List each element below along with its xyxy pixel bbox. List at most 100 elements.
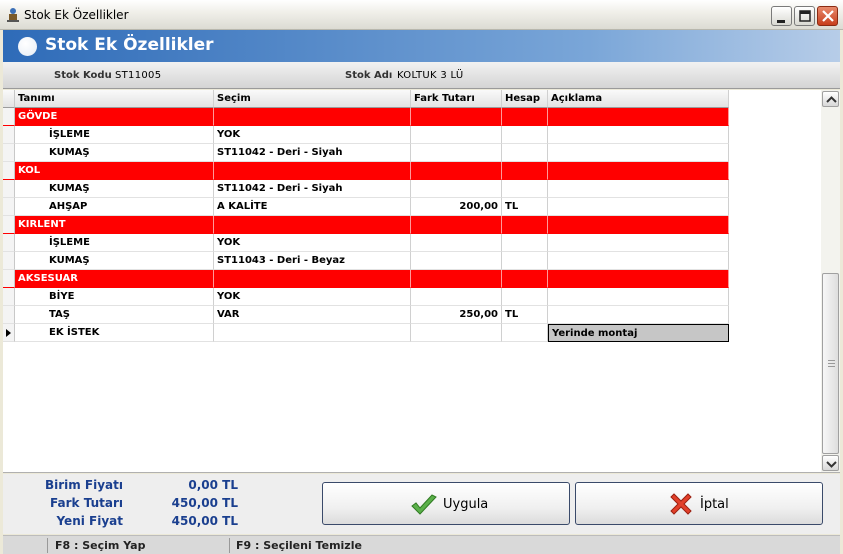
cell-aciklama[interactable] — [548, 144, 729, 162]
difference-label: Fark Tutarı — [50, 496, 123, 510]
minimize-button[interactable] — [771, 6, 792, 26]
cell-tanimi[interactable]: BİYE — [15, 288, 214, 306]
cell-secim[interactable] — [214, 108, 411, 126]
new-price-label: Yeni Fiyat — [56, 514, 123, 528]
cell-fark-tutari[interactable]: 200,00 — [411, 198, 502, 216]
column-header-hesap[interactable]: Hesap — [502, 90, 548, 108]
checkmark-icon — [411, 494, 437, 515]
cell-hesap[interactable] — [502, 324, 548, 342]
column-header-fark-tutari[interactable]: Fark Tutarı — [411, 90, 502, 108]
cell-hesap[interactable]: TL — [502, 306, 548, 324]
row-indicator[interactable] — [3, 324, 15, 342]
column-header-aciklama[interactable]: Açıklama — [548, 90, 729, 108]
cell-tanimi[interactable]: TAŞ — [15, 306, 214, 324]
cell-fark-tutari[interactable] — [411, 108, 502, 126]
cell-fark-tutari[interactable] — [411, 216, 502, 234]
row-indicator[interactable] — [3, 288, 15, 306]
cell-fark-tutari[interactable] — [411, 324, 502, 342]
stock-code-value: ST11005 — [115, 70, 162, 81]
cell-aciklama[interactable] — [548, 306, 729, 324]
cell-secim[interactable] — [214, 162, 411, 180]
properties-grid[interactable]: Tanımı Seçim Fark Tutarı Hesap Açıklama … — [3, 90, 840, 473]
cell-tanimi[interactable]: KUMAŞ — [15, 144, 214, 162]
cell-aciklama[interactable] — [548, 180, 729, 198]
cell-tanimi[interactable]: KUMAŞ — [15, 180, 214, 198]
cell-aciklama[interactable] — [548, 216, 729, 234]
row-indicator[interactable] — [3, 180, 15, 198]
scroll-thumb[interactable] — [822, 273, 839, 454]
cell-fark-tutari[interactable] — [411, 162, 502, 180]
summary-panel: Birim Fiyatı 0,00 TL Fark Tutarı 450,00 … — [3, 474, 840, 534]
cell-secim[interactable]: A KALİTE — [214, 198, 411, 216]
cell-hesap[interactable] — [502, 234, 548, 252]
row-indicator[interactable] — [3, 216, 15, 234]
cell-hesap[interactable] — [502, 108, 548, 126]
cell-aciklama[interactable] — [548, 108, 729, 126]
cell-tanimi[interactable]: KIRLENT — [15, 216, 214, 234]
cell-hesap[interactable] — [502, 270, 548, 288]
cell-secim[interactable]: ST11042 - Deri - Siyah — [214, 180, 411, 198]
cell-aciklama[interactable] — [548, 234, 729, 252]
cell-aciklama[interactable] — [548, 126, 729, 144]
cell-hesap[interactable] — [502, 180, 548, 198]
cancel-button[interactable]: İptal — [575, 482, 823, 525]
cell-fark-tutari[interactable] — [411, 180, 502, 198]
row-indicator[interactable] — [3, 108, 15, 126]
close-button[interactable] — [817, 6, 838, 26]
row-indicator[interactable] — [3, 162, 15, 180]
cell-hesap[interactable] — [502, 216, 548, 234]
row-indicator[interactable] — [3, 252, 15, 270]
cell-hesap[interactable] — [502, 288, 548, 306]
cell-tanimi[interactable]: GÖVDE — [15, 108, 214, 126]
cell-tanimi[interactable]: İŞLEME — [15, 126, 214, 144]
cell-fark-tutari[interactable] — [411, 126, 502, 144]
cell-hesap[interactable]: TL — [502, 198, 548, 216]
cell-secim[interactable]: ST11043 - Deri - Beyaz — [214, 252, 411, 270]
cell-secim[interactable]: ST11042 - Deri - Siyah — [214, 144, 411, 162]
vertical-scrollbar[interactable] — [821, 90, 840, 472]
cell-tanimi[interactable]: KUMAŞ — [15, 252, 214, 270]
cell-secim[interactable]: YOK — [214, 288, 411, 306]
cell-tanimi[interactable]: EK İSTEK — [15, 324, 214, 342]
column-header-tanimi[interactable]: Tanımı — [15, 90, 214, 108]
cell-hesap[interactable] — [502, 144, 548, 162]
cell-aciklama[interactable] — [548, 252, 729, 270]
cell-fark-tutari[interactable] — [411, 144, 502, 162]
cell-aciklama[interactable]: Yerinde montaj — [548, 324, 729, 342]
cell-aciklama[interactable] — [548, 162, 729, 180]
row-indicator[interactable] — [3, 270, 15, 288]
cell-aciklama[interactable] — [548, 198, 729, 216]
cell-secim[interactable] — [214, 216, 411, 234]
minimize-icon — [777, 20, 785, 23]
cell-tanimi[interactable]: KOL — [15, 162, 214, 180]
cell-secim[interactable]: YOK — [214, 126, 411, 144]
cell-fark-tutari[interactable] — [411, 234, 502, 252]
x-cross-icon — [670, 493, 692, 515]
cell-tanimi[interactable]: İŞLEME — [15, 234, 214, 252]
apply-button[interactable]: Uygula — [322, 482, 570, 525]
row-indicator[interactable] — [3, 234, 15, 252]
cell-fark-tutari[interactable] — [411, 288, 502, 306]
cell-tanimi[interactable]: AKSESUAR — [15, 270, 214, 288]
cell-secim[interactable] — [214, 324, 411, 342]
cell-tanimi[interactable]: AHŞAP — [15, 198, 214, 216]
row-indicator[interactable] — [3, 126, 15, 144]
cell-fark-tutari[interactable]: 250,00 — [411, 306, 502, 324]
cell-fark-tutari[interactable] — [411, 270, 502, 288]
cell-secim[interactable]: YOK — [214, 234, 411, 252]
cell-hesap[interactable] — [502, 162, 548, 180]
cell-aciklama[interactable] — [548, 270, 729, 288]
cell-fark-tutari[interactable] — [411, 252, 502, 270]
cell-hesap[interactable] — [502, 126, 548, 144]
cell-hesap[interactable] — [502, 252, 548, 270]
column-header-secim[interactable]: Seçim — [214, 90, 411, 108]
cell-aciklama[interactable] — [548, 288, 729, 306]
scroll-down-button[interactable] — [822, 455, 839, 471]
cell-secim[interactable] — [214, 270, 411, 288]
cell-secim[interactable]: VAR — [214, 306, 411, 324]
row-indicator[interactable] — [3, 198, 15, 216]
maximize-button[interactable] — [794, 6, 815, 26]
row-indicator[interactable] — [3, 306, 15, 324]
scroll-up-button[interactable] — [822, 91, 839, 107]
row-indicator[interactable] — [3, 144, 15, 162]
